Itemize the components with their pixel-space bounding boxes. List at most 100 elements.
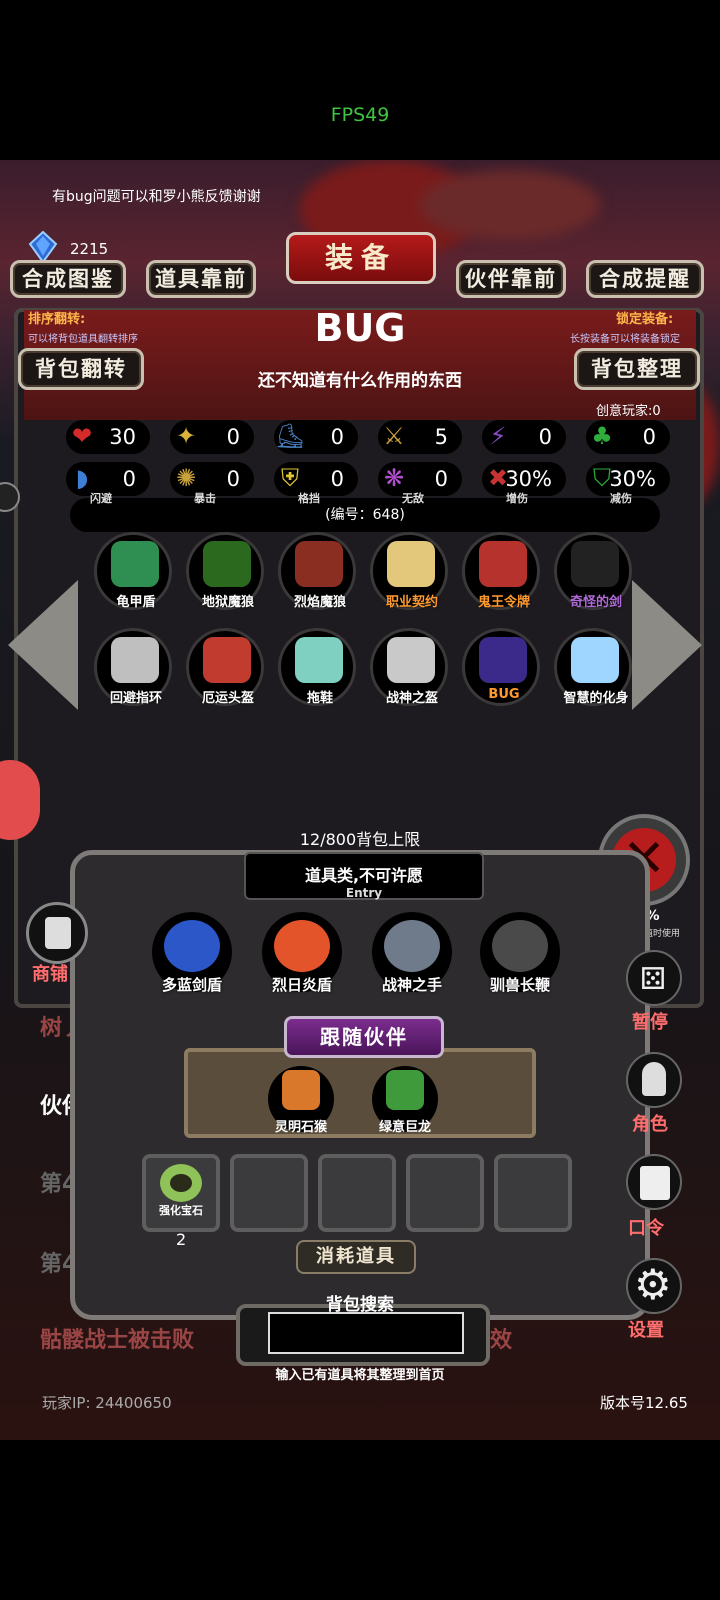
inventory-item-name: 拖鞋 xyxy=(306,691,333,706)
enhance-gem-icon xyxy=(160,1164,202,1202)
stat-label: 闪避 xyxy=(90,492,112,505)
inventory-slot[interactable]: 智慧的化身 xyxy=(554,628,632,706)
consumable-slot[interactable]: 强化宝石 2 xyxy=(142,1154,220,1249)
inventory-slot[interactable]: 拖鞋 xyxy=(278,628,356,706)
command-button[interactable] xyxy=(626,1154,682,1210)
fps-counter: FPS49 xyxy=(330,104,390,126)
tab-craft-reminder[interactable]: 合成提醒 xyxy=(586,260,704,298)
inventory-item-name: 回避指环 xyxy=(109,691,162,706)
game-screen: 有bug问题可以和罗小熊反馈谢谢 2215 合成图鉴 道具靠前 装备 伙伴靠前 … xyxy=(0,160,720,1440)
inventory-slot[interactable]: 奇怪的剑 xyxy=(554,532,632,610)
sun-flame-shield-icon xyxy=(274,920,330,972)
strength-icon: ✦ xyxy=(175,422,197,450)
version-number: 版本号12.65 xyxy=(600,1394,688,1412)
inventory-slot[interactable]: 战神之盔 xyxy=(370,628,448,706)
lightning-icon: ⚡ xyxy=(489,422,507,450)
prev-page-arrow-icon[interactable] xyxy=(8,580,78,710)
item-name: BUG xyxy=(314,306,406,350)
role-button[interactable] xyxy=(626,1052,682,1108)
stat-critical: ✺ 0 暴击 xyxy=(170,462,254,505)
stat-damage-boost: ✖ 30% 增伤 xyxy=(482,462,566,505)
stat-label: 减伤 xyxy=(610,492,632,505)
wish-status: 道具类,不可许愿 Entry xyxy=(244,852,484,900)
stat-label: 格挡 xyxy=(298,492,320,505)
evasion-ring-icon xyxy=(111,637,159,683)
boot-icon: ⛸ xyxy=(274,422,306,450)
inventory-slot[interactable]: 回避指环 xyxy=(94,628,172,706)
pause-button[interactable]: ⚄ xyxy=(626,950,682,1006)
equipped-slot[interactable]: 战神之手 xyxy=(372,912,452,994)
stat-boot: ⛸ 0 xyxy=(274,420,358,454)
tab-partner-front[interactable]: 伙伴靠前 xyxy=(456,260,566,298)
inventory-slot[interactable]: 地狱魔狼 xyxy=(186,532,264,610)
equipped-slot[interactable]: 烈日炎盾 xyxy=(262,912,342,994)
player-ip: 玩家IP: 24400650 xyxy=(42,1394,172,1412)
dice-icon: ⚄ xyxy=(640,962,667,997)
bg-cloud xyxy=(420,170,600,240)
equipped-slot[interactable]: 多蓝剑盾 xyxy=(152,912,232,994)
inventory-item-name: 地狱魔狼 xyxy=(201,595,254,610)
player-avatar-icon[interactable] xyxy=(0,760,40,840)
doom-helmet-icon xyxy=(203,637,251,683)
battle-log-text: 骷髅战士被击败 xyxy=(40,1328,195,1353)
wish-subtitle: Entry xyxy=(345,886,383,900)
inventory-slot[interactable]: BUG xyxy=(462,628,540,706)
consumable-slot[interactable] xyxy=(230,1154,308,1232)
stat-clover: ♣ 0 xyxy=(586,420,670,454)
battle-log-tail: 效 xyxy=(490,1328,513,1353)
consumable-count: 2 xyxy=(176,1230,187,1249)
stat-lightning: ⚡ 0 xyxy=(482,420,566,454)
stat-label: 无敌 xyxy=(402,492,424,505)
consumable-slot[interactable] xyxy=(494,1154,572,1232)
stat-damage-reduce: ⛉ 30% 减伤 xyxy=(586,462,670,505)
stat-sword-attack: ⚔ 5 xyxy=(378,420,462,454)
inventory-slot[interactable]: 职业契约 xyxy=(370,532,448,610)
gem-count: 2215 xyxy=(70,240,109,258)
equipped-item-name: 烈日炎盾 xyxy=(271,976,332,994)
inventory-item-name: 战神之盔 xyxy=(385,691,438,706)
contract-scroll-icon xyxy=(387,541,435,587)
stat-block-shield: ⛨ 0 格挡 xyxy=(274,462,358,505)
stat-value: 30% xyxy=(505,467,552,491)
heart-icon: ❤ xyxy=(71,422,93,450)
war-god-hand-icon xyxy=(384,920,440,972)
inventory-slot[interactable]: 鬼王令牌 xyxy=(462,532,540,610)
tab-recipe-book[interactable]: 合成图鉴 xyxy=(10,260,126,298)
settings-button[interactable]: ⚙ xyxy=(626,1258,682,1314)
inventory-item-name: 奇怪的剑 xyxy=(569,595,622,610)
inventory-item-name: 龟甲盾 xyxy=(116,595,156,610)
feedback-notice: 有bug问题可以和罗小熊反馈谢谢 xyxy=(52,189,261,205)
tab-items-front[interactable]: 道具靠前 xyxy=(146,260,256,298)
stat-value: 0 xyxy=(434,467,448,491)
inventory-slot[interactable]: 厄运头盔 xyxy=(186,628,264,706)
search-hint: 输入已有道具将其整理到首页 xyxy=(275,1368,445,1383)
consumable-slot[interactable] xyxy=(406,1154,484,1232)
war-god-helmet-icon xyxy=(387,637,435,683)
inventory-slot[interactable]: 烈焰魔狼 xyxy=(278,532,356,610)
blue-gem-icon xyxy=(28,230,58,264)
bag-search-input[interactable] xyxy=(268,1312,464,1354)
equipped-slot[interactable]: 驯兽长鞭 xyxy=(480,912,560,994)
shop-button[interactable] xyxy=(26,902,88,964)
wisdom-avatar-icon xyxy=(571,637,619,683)
partner-name: 绿意巨龙 xyxy=(378,1120,431,1135)
hell-wolf-icon xyxy=(203,541,251,587)
partner-slot[interactable]: 灵明石猴 xyxy=(268,1066,334,1135)
consumable-label: 消耗道具 xyxy=(296,1240,416,1274)
consumable-slot[interactable] xyxy=(318,1154,396,1232)
consumable-name: 强化宝石 xyxy=(159,1204,203,1217)
beast-whip-icon xyxy=(492,920,548,972)
scroll-icon xyxy=(640,1166,670,1200)
stat-label: 暴击 xyxy=(194,492,216,505)
hooded-figure-icon xyxy=(642,1062,666,1096)
wish-title: 道具类,不可许愿 xyxy=(304,866,424,885)
partner-slot[interactable]: 绿意巨龙 xyxy=(372,1066,438,1135)
ghost-king-token-icon xyxy=(479,541,527,587)
equipped-item-name: 多蓝剑盾 xyxy=(161,976,222,994)
bug-item-icon xyxy=(479,637,527,683)
inventory-slot[interactable]: 龟甲盾 xyxy=(94,532,172,610)
command-label: 口令 xyxy=(628,1218,664,1239)
sword-attack-icon: ⚔ xyxy=(383,422,405,450)
inventory-item-name: 职业契约 xyxy=(385,595,438,610)
inventory-item-name: 厄运头盔 xyxy=(201,691,254,706)
